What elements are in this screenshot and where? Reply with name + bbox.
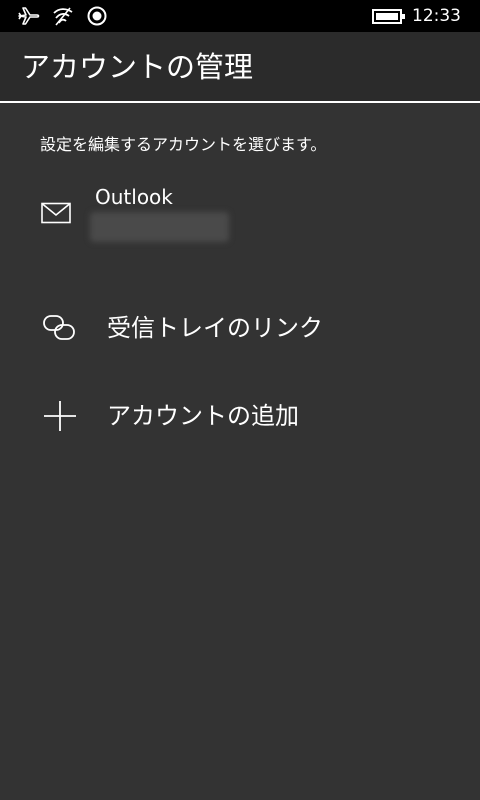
screen: 12:33 アカウントの管理 設定を編集するアカウントを選びます。 Outloo… [0,0,480,800]
mail-icon [41,202,71,224]
instruction-text: 設定を編集するアカウントを選びます。 [40,135,327,154]
account-name: Outlook [95,185,173,209]
page-title: アカウントの管理 [21,50,254,84]
airplane-icon [17,4,41,28]
status-bar: 12:33 [0,0,480,32]
account-item-outlook[interactable]: Outlook [0,178,480,248]
link-inboxes-label: 受信トレイのリンク [107,314,323,342]
plus-icon [42,400,78,432]
link-inboxes-button[interactable]: 受信トレイのリンク [0,300,480,356]
link-icon [42,312,78,344]
add-account-label: アカウントの追加 [107,402,299,430]
location-icon [85,4,109,28]
header-divider [0,101,480,103]
wifi-off-icon [51,4,75,28]
page-header: アカウントの管理 [0,32,480,102]
account-email-redacted [90,212,229,242]
battery-icon [372,4,406,28]
add-account-button[interactable]: アカウントの追加 [0,388,480,444]
status-time: 12:33 [412,6,461,26]
